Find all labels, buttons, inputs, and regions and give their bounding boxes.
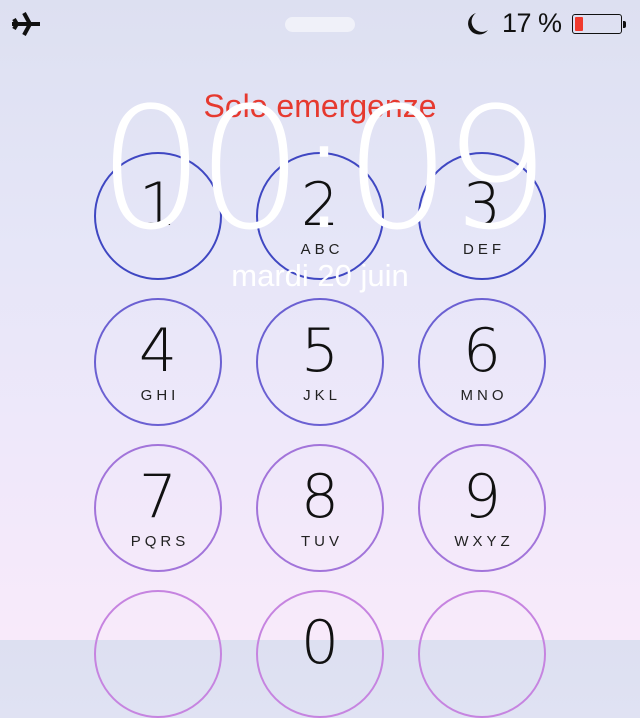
key-letters: DEF [463,241,505,258]
keypad-key-9[interactable]: 9 WXYZ [418,444,546,572]
notification-center-grabber[interactable] [285,17,355,32]
key-letters: TUV [301,533,343,550]
key-letters: ABC [300,241,344,258]
airplane-icon [12,12,40,36]
key-letters: PQRS [130,533,190,550]
keypad-key-4[interactable]: 4 GHI [94,298,222,426]
key-digit: 0 [300,608,340,678]
key-digit: 3 [462,170,502,240]
battery-icon [572,14,626,34]
keypad-key-7[interactable]: 7 PQRS [94,444,222,572]
keypad-key-6[interactable]: 6 MNO [418,298,546,426]
key-letters: WXYZ [454,533,514,550]
battery-percentage: 17 % [502,8,562,38]
key-letters: GHI [140,387,180,404]
keypad-key-5[interactable]: 5 JKL [256,298,384,426]
key-digit: 5 [300,316,340,386]
key-digit: 7 [138,462,178,532]
keypad-key-8[interactable]: 8 TUV [256,444,384,572]
battery-level-fill [575,17,583,31]
key-digit: 1 [138,170,178,240]
key-digit: 6 [462,316,502,386]
key-digit: 9 [462,462,502,532]
key-digit: 8 [300,462,340,532]
moon-icon [468,13,488,35]
key-digit: 4 [138,316,178,386]
key-letters: JKL [303,387,341,404]
emergency-only-label: Solo emergenze [203,88,437,124]
keypad-key-0[interactable]: 0 [256,590,384,718]
key-letters: MNO [460,387,508,404]
lock-screen-date: mardi 20 juin [231,258,409,293]
keypad-key-blank-11[interactable] [418,590,546,718]
key-digit: 2 [300,170,340,240]
keypad-key-blank-9[interactable] [94,590,222,718]
